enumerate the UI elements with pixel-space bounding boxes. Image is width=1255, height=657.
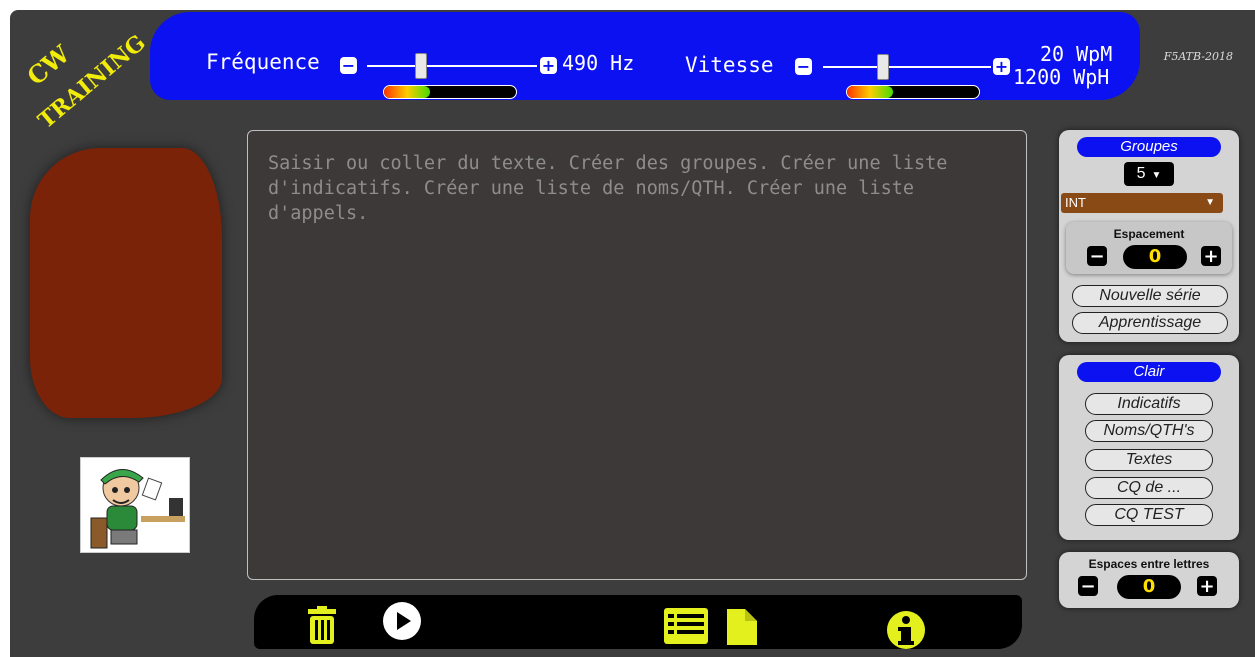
author-signature: F5ATB-2018 [1163, 50, 1233, 63]
editor-placeholder: Saisir ou coller du texte. Créer des gro… [268, 153, 948, 224]
frequency-plus-button[interactable]: + [540, 57, 557, 74]
frequency-slider-track[interactable] [367, 65, 537, 67]
noms-qth-button[interactable]: Noms/QTH's [1085, 420, 1213, 442]
list-icon[interactable] [664, 608, 708, 644]
cq-de-button[interactable]: CQ de ... [1085, 477, 1213, 499]
spacing-plus-button[interactable]: + [1201, 246, 1221, 267]
chevron-down-icon: ▼ [1151, 170, 1162, 181]
frequency-minus-button[interactable]: − [340, 57, 357, 74]
cq-test-button[interactable]: CQ TEST [1085, 504, 1213, 526]
trash-icon[interactable] [305, 606, 339, 644]
file-icon[interactable] [727, 609, 757, 645]
speed-slider-track[interactable] [823, 66, 991, 68]
textes-button[interactable]: Textes [1085, 449, 1213, 471]
new-series-button[interactable]: Nouvelle série [1072, 285, 1228, 307]
speed-label: Vitesse [685, 53, 774, 77]
frequency-label: Fréquence [206, 50, 320, 74]
decorative-shape [30, 148, 222, 418]
chevron-down-icon: ▼ [1205, 197, 1215, 208]
frequency-slider-thumb[interactable] [415, 53, 427, 79]
text-editor[interactable]: Saisir ou coller du texte. Créer des gro… [247, 130, 1027, 580]
logo: CW TRAINING [14, 20, 164, 134]
speed-wpm-value: 20 WpM [1040, 42, 1113, 66]
groups-count-select[interactable]: 5 ▼ [1124, 162, 1174, 186]
letter-spacing-label: Espaces entre lettres [1088, 557, 1210, 571]
speed-plus-button[interactable]: + [993, 58, 1010, 75]
groups-title: Groupes [1077, 137, 1221, 157]
learning-button[interactable]: Apprentissage [1072, 312, 1228, 334]
spacing-label: Espacement [1113, 227, 1185, 241]
avatar [80, 457, 190, 553]
groups-count-value: 5 [1136, 165, 1146, 182]
speed-slider-thumb[interactable] [877, 54, 889, 80]
speed-wph-value: 1200 WpH [1013, 65, 1110, 89]
info-icon[interactable] [886, 610, 926, 650]
speed-level-meter [846, 85, 980, 99]
frequency-level-meter [383, 85, 517, 99]
spacing-minus-button[interactable]: − [1087, 246, 1107, 267]
letter-spacing-value: 0 [1117, 575, 1181, 599]
groups-type-value: INT [1065, 195, 1086, 210]
play-icon[interactable] [382, 601, 422, 641]
logo-line1: CW [21, 39, 76, 91]
speed-minus-button[interactable]: − [795, 58, 812, 75]
groups-type-select[interactable]: INT ▼ [1061, 193, 1223, 213]
spacing-value: 0 [1123, 245, 1187, 269]
indicatifs-button[interactable]: Indicatifs [1085, 393, 1213, 415]
clear-title: Clair [1077, 362, 1221, 382]
letter-spacing-minus-button[interactable]: − [1078, 576, 1098, 597]
operator-illustration-icon [90, 469, 185, 549]
letter-spacing-plus-button[interactable]: + [1197, 576, 1217, 597]
frequency-value: 490 Hz [562, 51, 635, 75]
